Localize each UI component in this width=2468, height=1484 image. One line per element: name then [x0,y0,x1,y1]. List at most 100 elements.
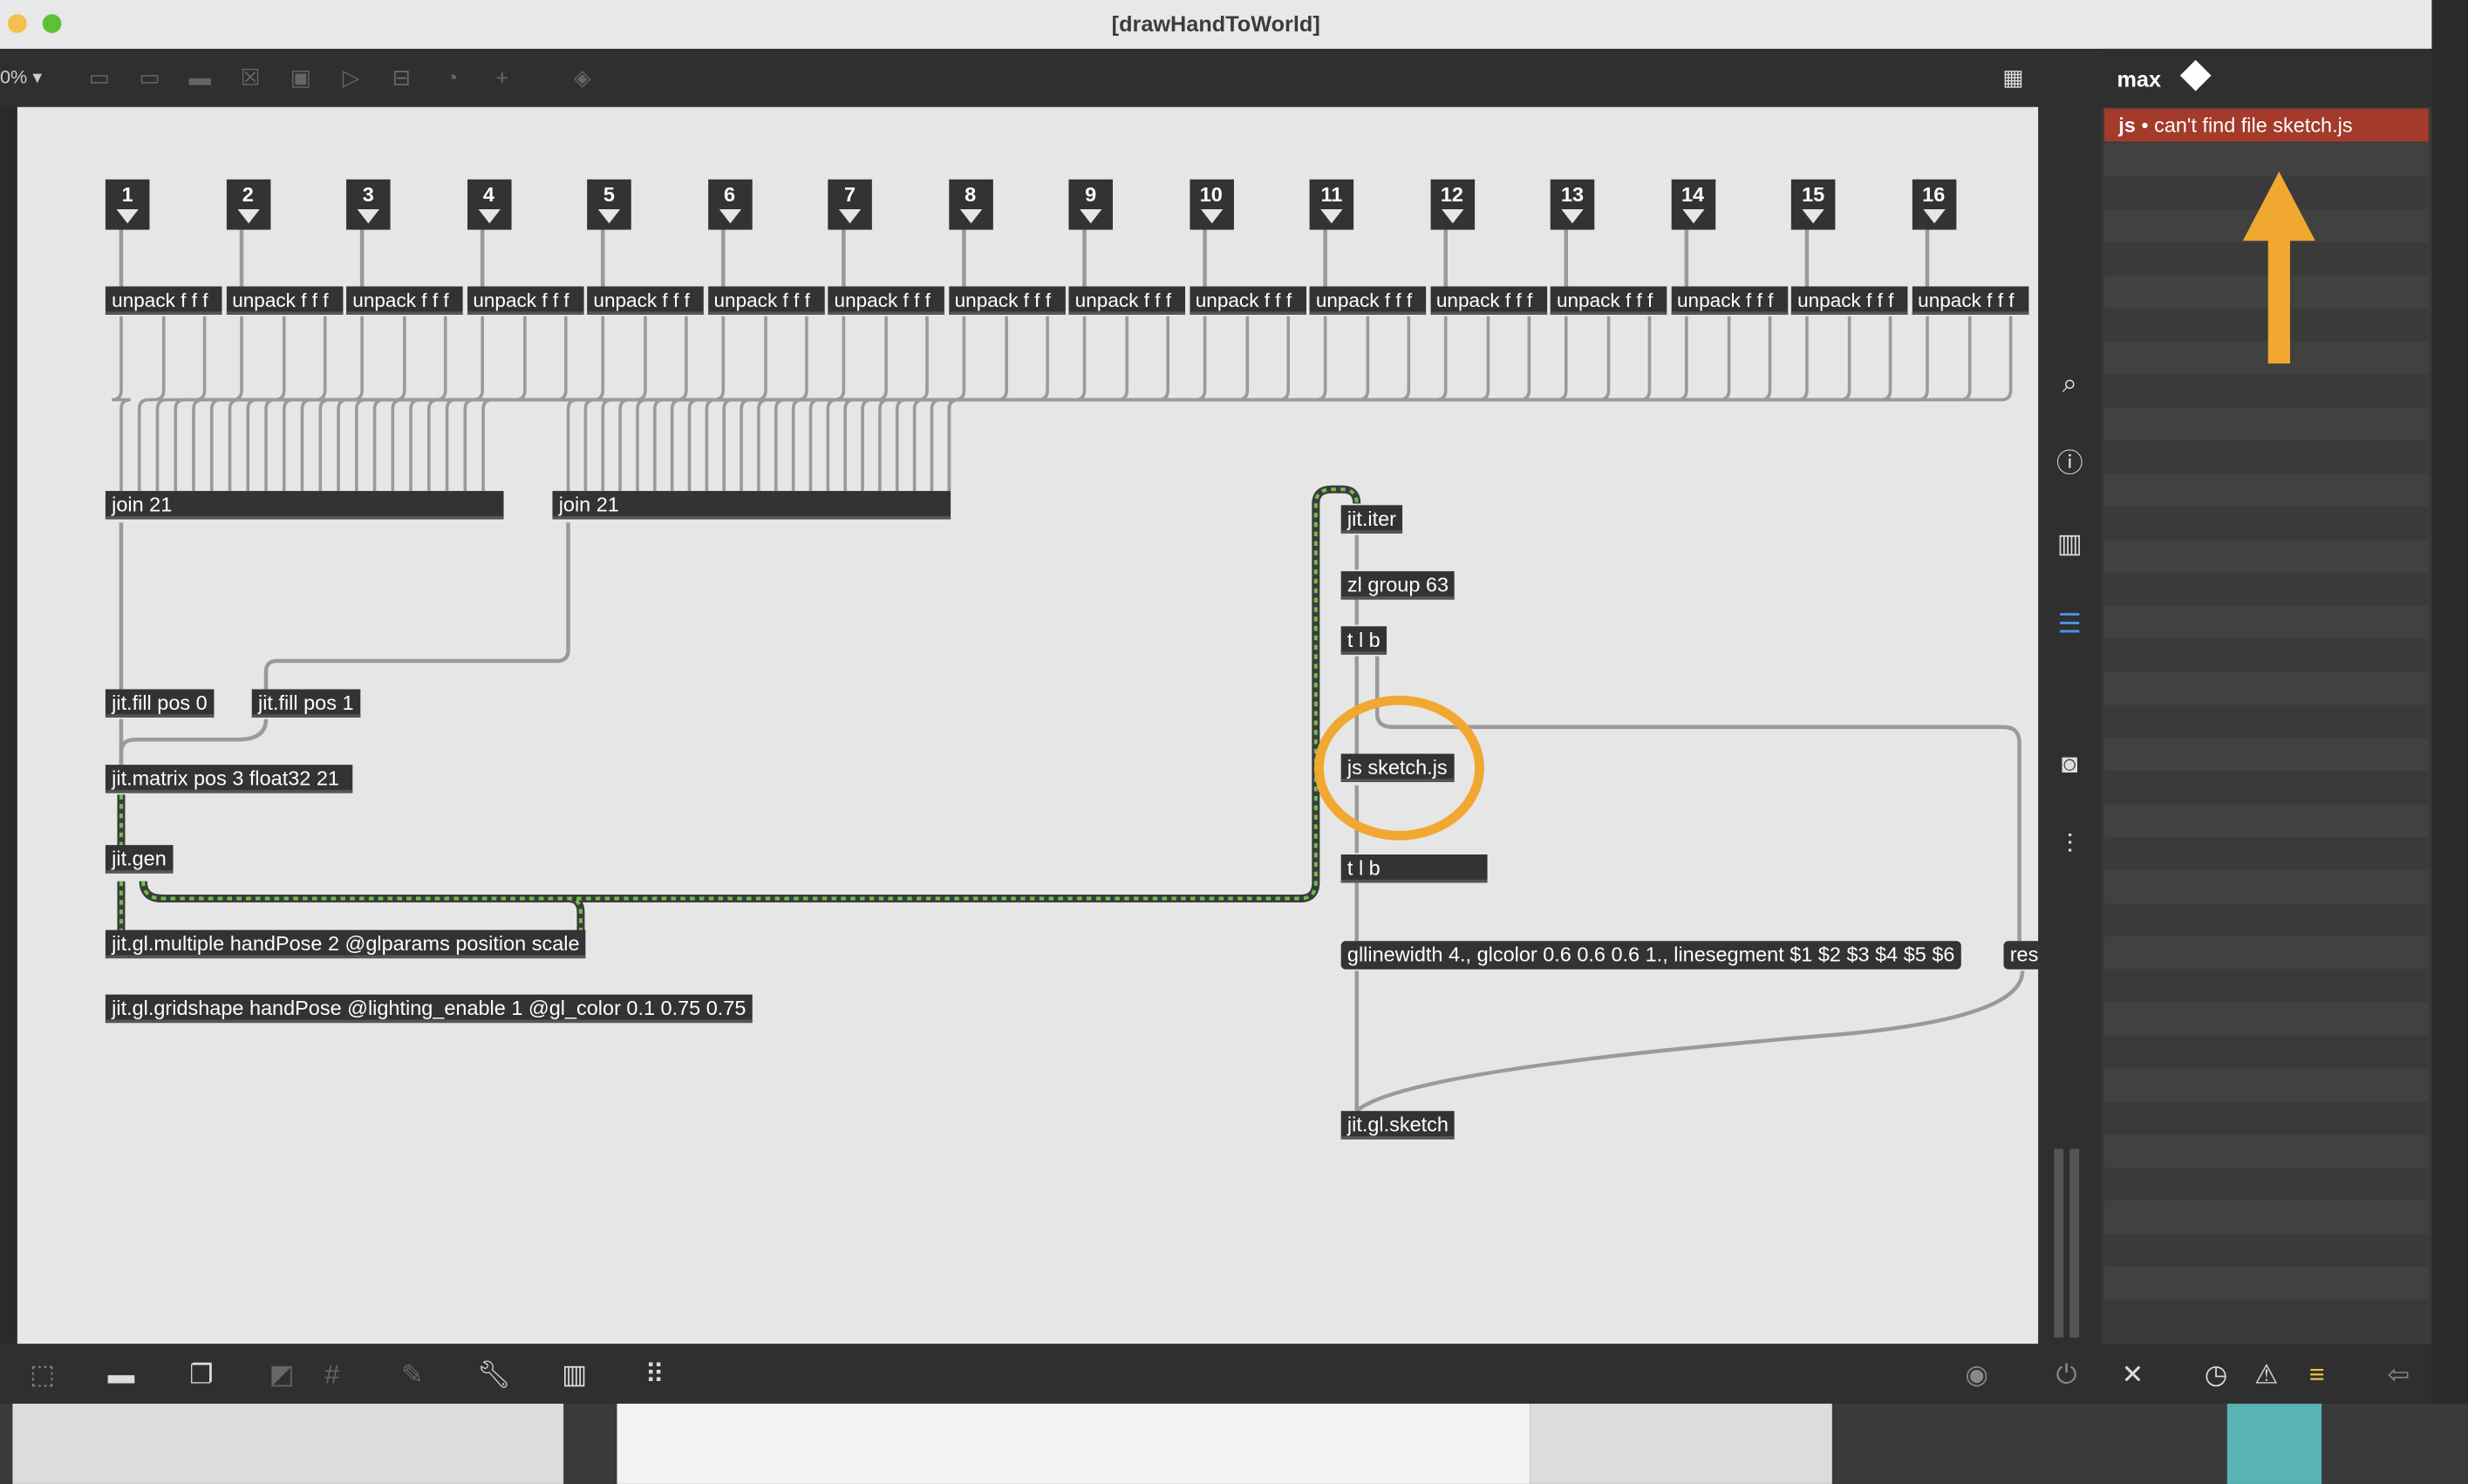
trigger-list-bang-2[interactable]: t l b [1340,854,1488,883]
inlet-number: 14 [1681,182,1705,207]
inlet-14[interactable]: 14 [1670,179,1715,230]
inlet-9[interactable]: 9 [1068,179,1113,230]
filter-icon[interactable]: ≡ [2301,1359,2333,1391]
unpack-object[interactable]: unpack f f f [1068,286,1186,315]
reference-icon[interactable]: ▥ [2054,528,2085,560]
slider-icon[interactable]: ⊟ [389,65,414,90]
unpack-object[interactable]: unpack f f f [1429,286,1547,315]
inlet-8[interactable]: 8 [948,179,992,230]
unpack-object[interactable]: unpack f f f [225,286,343,315]
object-box-icon[interactable]: ▭ [86,65,112,90]
unpack-object[interactable]: unpack f f f [467,286,583,315]
unpack-object[interactable]: unpack f f f [1670,286,1788,315]
console-row [2104,804,2429,838]
console-row [2104,771,2429,805]
inlet-arrow-icon [1681,209,1704,224]
transport-icon[interactable]: ◉ [1961,1359,1993,1391]
comment-icon[interactable]: ▬ [187,65,213,90]
grid-icon[interactable]: # [317,1359,348,1391]
right-sidebar: ⌕ ⓘ ▥ ☰ ◙ ⫶ [2038,106,2102,1344]
console-row [2104,705,2429,739]
jit-gl-multiple[interactable]: jit.gl.multiple handPose 2 @glparams pos… [105,929,586,959]
unpack-object[interactable]: unpack f f f [1911,286,2028,315]
unpack-object[interactable]: unpack f f f [1550,286,1667,315]
inlet-7[interactable]: 7 [828,179,872,230]
unpack-object[interactable]: unpack f f f [707,286,824,315]
inlet-arrow-icon [959,209,982,224]
grid-icon[interactable]: ▦ [2001,65,2026,90]
inlet-number: 11 [1320,182,1343,207]
message-box-icon[interactable]: ▭ [137,65,162,90]
back-arrow-icon[interactable]: ⇦ [2383,1359,2414,1391]
join-21-left[interactable]: join 21 [105,491,504,520]
zl-group-63[interactable]: zl group 63 [1340,571,1456,600]
search-icon[interactable]: ⌕ [2054,368,2085,399]
dial-icon[interactable]: ◔ [440,65,465,90]
unpack-object[interactable]: unpack f f f [1309,286,1427,315]
dots-icon[interactable]: ⠿ [639,1359,671,1391]
inlet-11[interactable]: 11 [1309,179,1354,230]
hide-icon[interactable]: ◩ [266,1359,297,1391]
inlet-arrow-icon [718,209,741,224]
pin-diamond-icon[interactable] [2179,59,2212,92]
button-object-icon[interactable]: ☒ [238,65,263,90]
unpack-object[interactable]: unpack f f f [1189,286,1306,315]
inlet-4[interactable]: 4 [467,179,511,230]
jit-gl-sketch[interactable]: jit.gl.sketch [1340,1111,1456,1140]
unpack-object[interactable]: unpack f f f [828,286,944,315]
trigger-list-bang-1[interactable]: t l b [1340,626,1387,655]
console-row [2104,605,2429,639]
unpack-object[interactable]: unpack f f f [587,286,704,315]
console-row [2104,1201,2429,1234]
new-view-icon[interactable]: ❐ [186,1359,217,1391]
inlet-10[interactable]: 10 [1189,179,1234,230]
unpack-object[interactable]: unpack f f f [948,286,1065,315]
jit-fill-pos-1[interactable]: jit.fill pos 1 [251,689,360,718]
unpack-object[interactable]: unpack f f f [1790,286,1908,315]
inlet-15[interactable]: 15 [1790,179,1836,230]
jit-matrix[interactable]: jit.matrix pos 3 float32 21 [105,765,353,793]
patcher-canvas[interactable]: 1 2 3 4 5 6 7 8 9 10 11 12 13 14 15 16 unpack f f f unpa… [17,106,2039,1344]
res-message[interactable]: res [2003,941,2039,970]
play-object-icon[interactable]: ▷ [338,65,364,90]
inlet-13[interactable]: 13 [1550,179,1595,230]
keyboard-icon[interactable]: ▥ [559,1359,590,1391]
inlet-3[interactable]: 3 [346,179,391,230]
add-object-icon[interactable]: + [489,65,515,90]
inlet-2[interactable]: 2 [225,179,270,230]
camera-icon[interactable]: ◙ [2054,749,2085,780]
presentation-icon[interactable]: ▬ [106,1359,137,1391]
inlet-number: 15 [1802,182,1825,207]
join-21-right[interactable]: join 21 [552,491,951,520]
wrench-icon[interactable]: 🔧︎ [477,1359,511,1391]
jit-gen[interactable]: jit.gen [105,845,173,874]
clear-console-icon[interactable]: ✕ [2117,1359,2148,1391]
paint-bucket-icon[interactable]: ◈ [569,65,595,90]
info-icon[interactable]: ⓘ [2054,448,2085,480]
gl-command-message[interactable]: gllinewidth 4., glcolor 0.6 0.6 0.6 1., … [1340,941,1961,970]
power-icon[interactable]: ⏻ [2051,1359,2083,1391]
inlet-number: 10 [1199,182,1223,207]
inlet-1[interactable]: 1 [105,179,150,230]
timestamp-icon[interactable]: ◷ [2200,1359,2232,1391]
inlet-6[interactable]: 6 [707,179,752,230]
inlet-5[interactable]: 5 [587,179,631,230]
console-error-row[interactable]: js • can't find file sketch.js [2104,108,2429,142]
toggle-icon[interactable]: ▣ [288,65,313,90]
snap-icon[interactable]: ✎ [397,1359,428,1391]
jit-iter[interactable]: jit.iter [1340,505,1403,534]
inlet-16[interactable]: 16 [1911,179,1956,230]
inlet-arrow-icon [116,209,139,224]
jit-fill-pos-0[interactable]: jit.fill pos 0 [105,689,214,718]
edit-mode-icon[interactable]: ⬚ [27,1359,58,1391]
jit-gl-gridshape[interactable]: jit.gl.gridshape handPose @lighting_enab… [105,994,753,1024]
zoom-menu[interactable]: 0% ▾ [0,66,42,88]
unpack-object[interactable]: unpack f f f [105,286,222,315]
console-list-icon[interactable]: ☰ [2054,609,2085,640]
warning-icon[interactable]: ⚠ [2251,1359,2282,1391]
js-sketch-object[interactable]: js sketch.js [1340,753,1454,782]
inlet-12[interactable]: 12 [1429,179,1475,230]
mixer-icon[interactable]: ⫶ [2054,829,2085,861]
inlet-number: 9 [1085,182,1097,207]
unpack-object[interactable]: unpack f f f [346,286,463,315]
